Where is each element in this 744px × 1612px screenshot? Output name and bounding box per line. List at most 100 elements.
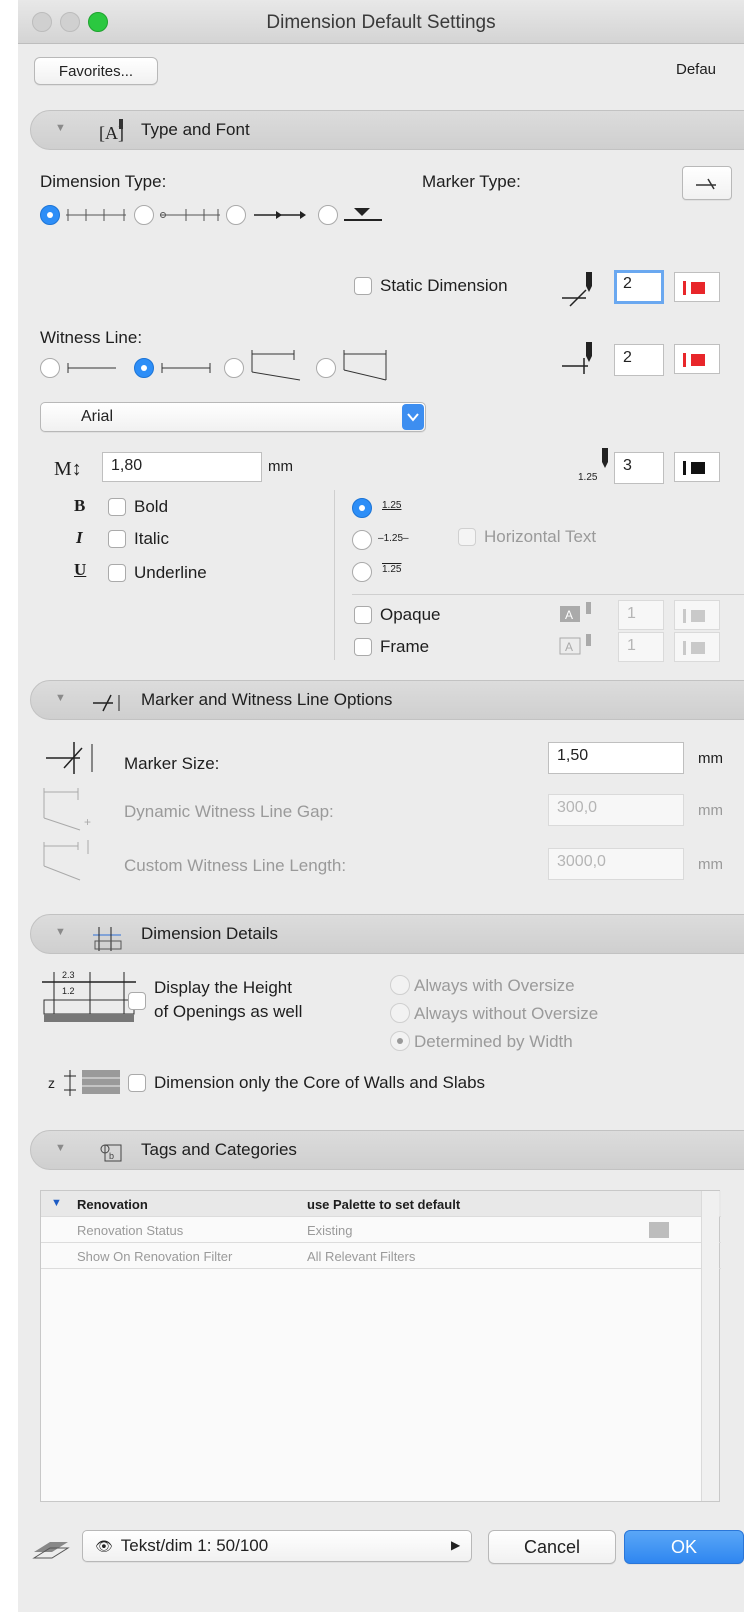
static-dimension-pen-color[interactable] [674,272,720,302]
determined-by-width-radio[interactable] [390,1031,410,1051]
disclosure-triangle-icon[interactable]: ▼ [55,122,66,134]
witness-line-pen-field[interactable]: 2 [614,344,664,376]
text-position-below-radio[interactable] [352,562,372,582]
static-dimension-checkbox[interactable] [354,277,372,295]
witness-line-radio-4[interactable] [316,358,336,378]
underline-label: Underline [134,563,207,582]
dimension-type-radio-3[interactable] [226,205,246,225]
bold-label: Bold [134,497,169,516]
dimension-type-label: Dimension Type: [40,172,167,191]
opaque-checkbox[interactable] [354,606,372,624]
static-dimension-label: Static Dimension [380,276,508,295]
dimension-type-radio-4[interactable] [318,205,338,225]
text-pen-field[interactable]: 3 [614,452,664,484]
witness-line-radio-1[interactable] [40,358,60,378]
bold-checkbox[interactable] [108,498,126,516]
frame-pen-field[interactable]: 1 [618,632,664,662]
frame-pen-color[interactable] [674,632,720,662]
tags-table: ▼ Renovation use Palette to set default … [40,1190,721,1502]
section-title: Marker and Witness Line Options [141,690,393,709]
witness-line-radio-3[interactable] [224,358,244,378]
disclosure-triangle-icon[interactable]: ▼ [55,926,66,938]
default-label: Defau [676,61,717,78]
frame-label: Frame [380,637,430,656]
renovation-status-icon[interactable] [649,1222,669,1238]
cancel-button[interactable]: Cancel [488,1530,616,1564]
opaque-pen-color[interactable] [674,600,720,630]
underline-icon: U [74,560,87,579]
layer-icon [32,1542,70,1559]
witness-line-radio-2[interactable] [134,358,154,378]
vertical-divider [334,490,335,660]
dimension-type-4-icon [344,208,382,221]
table-cell: Existing [307,1223,353,1238]
footer: 👁 Tekst/dim 1: 50/100 ▶ Cancel OK [18,1520,744,1590]
font-size-icon: M↕ [54,458,82,480]
table-row[interactable]: Show On Renovation Filter All Relevant F… [41,1243,721,1269]
disclosure-triangle-icon[interactable]: ▼ [55,1142,66,1154]
always-without-oversize-radio[interactable] [390,1003,410,1023]
opaque-pen-field[interactable]: 1 [618,600,664,630]
marker-size-unit: mm [698,750,723,767]
static-dimension-pen-field[interactable]: 2 [614,270,664,304]
section-type-and-font[interactable]: ▼ [A] Type and Font [30,110,744,150]
layer-select-arrow-icon: ▶ [451,1538,461,1552]
table-cell: use Palette to set default [307,1197,461,1212]
svg-text:+: + [84,815,91,829]
text-position-below-sample: 1.25 [382,564,402,575]
layer-select[interactable]: 👁 Tekst/dim 1: 50/100 ▶ [82,1530,472,1562]
witness-line-label: Witness Line: [40,328,143,347]
table-scrollbar[interactable] [701,1191,719,1501]
always-with-oversize-radio[interactable] [390,975,410,995]
core-only-checkbox[interactable] [128,1074,146,1092]
horizontal-text-label: Horizontal Text [484,527,597,546]
marker-size-icon [46,742,93,774]
italic-icon: I [76,528,83,547]
marker-type-picker[interactable] [682,166,732,200]
text-position-center-radio[interactable] [352,530,372,550]
text-position-center-sample: –1.25– [378,533,409,544]
witness-line-1-icon [67,363,116,373]
dynamic-gap-field[interactable]: 300,0 [548,794,684,826]
custom-length-field[interactable]: 3000,0 [548,848,684,880]
always-without-oversize-label: Always without Oversize [414,1004,599,1023]
table-cell: Renovation Status [77,1223,184,1238]
text-pen-color[interactable] [674,452,720,482]
dimension-type-radio-1[interactable] [40,205,60,225]
custom-length-unit: mm [698,856,723,873]
italic-checkbox[interactable] [108,530,126,548]
dynamic-gap-icon: + [43,788,91,831]
ok-button[interactable]: OK [624,1530,744,1564]
text-position-above-radio[interactable] [352,498,372,518]
tags-icon: b [89,1137,129,1172]
font-select-chevron-icon[interactable] [402,404,424,430]
font-size-field[interactable]: 1,80 [102,452,262,482]
witness-line-3-icon [251,350,301,381]
marker-size-field[interactable]: 1,50 [548,742,684,774]
table-row[interactable]: Renovation Status Existing [41,1217,721,1243]
font-size-unit: mm [268,458,293,475]
custom-length-icon [43,840,89,881]
dialog-window: Dimension Default Settings Favorites... … [18,0,744,1612]
font-select[interactable]: Arial [40,402,426,432]
expand-triangle-icon[interactable]: ▼ [51,1197,62,1209]
witness-line-pen-color[interactable] [674,344,720,374]
section-marker-witness[interactable]: ▼ Marker and Witness Line Options [30,680,744,720]
dimension-line-pen-icon [562,272,592,307]
horizontal-text-checkbox[interactable] [458,528,476,546]
dynamic-gap-unit: mm [698,802,723,819]
section-dimension-details[interactable]: ▼ Dimension Details [30,914,744,954]
favorites-button[interactable]: Favorites... [34,57,158,85]
underline-checkbox[interactable] [108,564,126,582]
display-height-checkbox[interactable] [128,992,146,1010]
type-and-font-icon: [A] [89,117,129,150]
svg-text:A: A [565,640,573,654]
section-tags-categories[interactable]: ▼ b Tags and Categories [30,1130,744,1170]
svg-text:A: A [565,608,573,622]
table-row[interactable]: ▼ Renovation use Palette to set default [41,1191,721,1217]
disclosure-triangle-icon[interactable]: ▼ [55,692,66,704]
frame-checkbox[interactable] [354,638,372,656]
dimension-type-radio-2[interactable] [134,205,154,225]
layer-select-value: Tekst/dim 1: 50/100 [120,1536,269,1555]
bold-icon: B [74,496,86,515]
